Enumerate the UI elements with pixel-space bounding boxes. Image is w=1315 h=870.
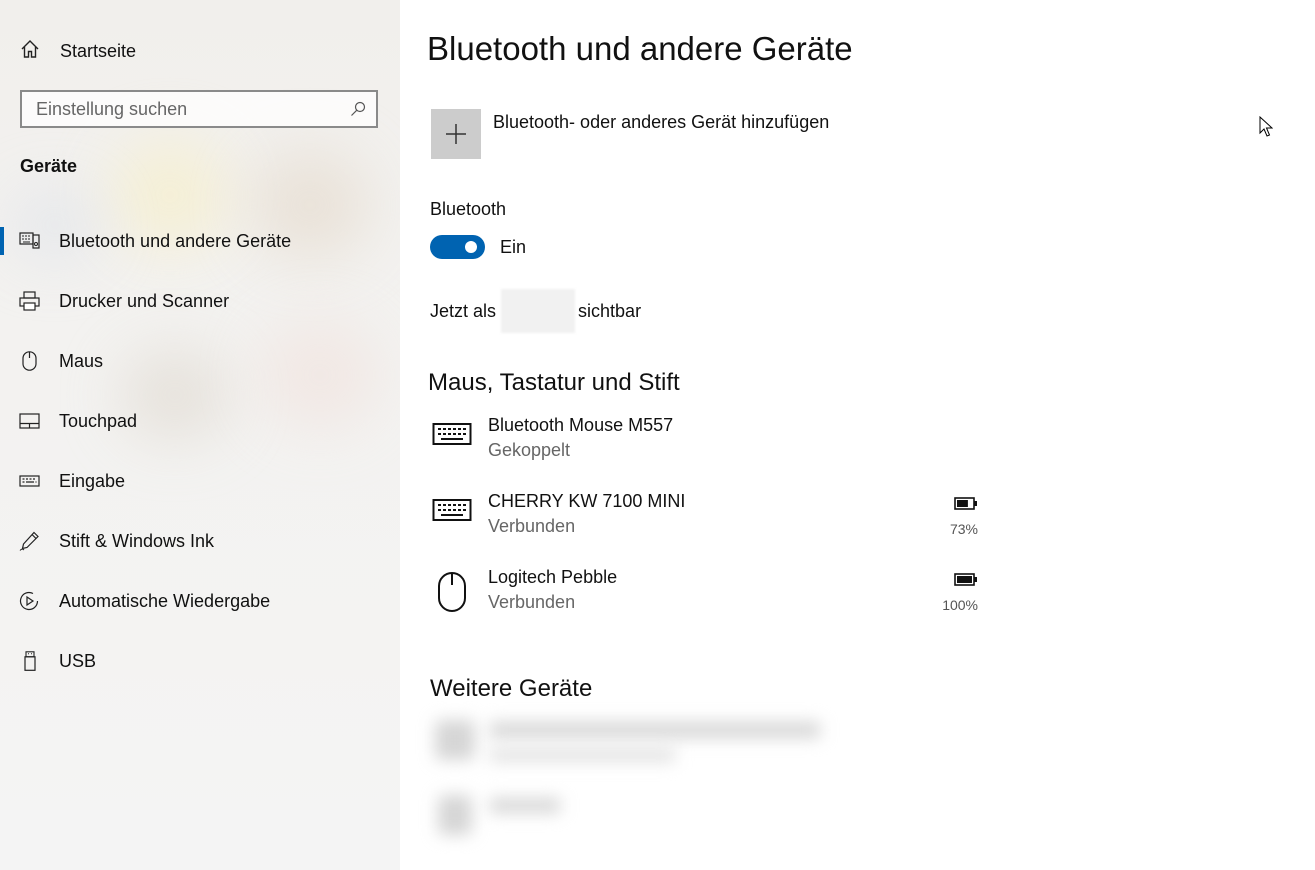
sidebar-item-usb[interactable]: USB — [0, 641, 400, 681]
blurred-device-name — [490, 798, 560, 813]
search-box[interactable] — [20, 90, 378, 128]
search-input[interactable] — [22, 92, 336, 126]
mouse-icon — [432, 571, 472, 620]
mouse-cursor-icon — [1259, 115, 1274, 143]
device-name: Logitech Pebble — [488, 567, 618, 587]
toggle-knob — [465, 241, 477, 253]
home-nav-item[interactable]: Startseite — [20, 38, 136, 64]
home-icon — [20, 39, 40, 64]
battery-indicator: 73% — [938, 497, 978, 537]
printer-icon — [19, 291, 41, 311]
pen-icon — [19, 531, 41, 551]
device-name: CHERRY KW 7100 MINI — [488, 491, 686, 511]
device-status: Verbunden — [488, 516, 576, 536]
bluetooth-label: Bluetooth — [430, 199, 507, 219]
battery-percentage: 100% — [942, 597, 978, 613]
battery-percentage: 73% — [949, 521, 978, 537]
sidebar-item-pen[interactable]: Stift & Windows Ink — [0, 521, 400, 561]
blurred-device-name — [490, 722, 820, 738]
section-heading-other-devices: Weitere Geräte — [430, 675, 593, 702]
section-title: Geräte — [20, 156, 78, 176]
bluetooth-devices-icon — [19, 231, 41, 251]
sidebar-item-input[interactable]: Eingabe — [0, 461, 400, 501]
main-content: Bluetooth und andere Geräte Bluetooth- o… — [400, 0, 1315, 870]
sidebar-item-touchpad[interactable]: Touchpad — [0, 401, 400, 441]
discoverable-text: Jetzt als sichtbar — [430, 289, 641, 333]
keyboard-icon — [432, 419, 472, 454]
sidebar-item-label: Drucker und Scanner — [59, 290, 230, 311]
sidebar-item-label: Bluetooth und andere Geräte — [59, 230, 292, 251]
touchpad-icon — [19, 411, 41, 431]
blurred-device-status — [490, 748, 675, 762]
section-heading-input-devices: Maus, Tastatur und Stift — [428, 369, 680, 396]
sidebar-item-autoplay[interactable]: Automatische Wiedergabe — [0, 581, 400, 621]
device-item[interactable]: CHERRY KW 7100 MINI Verbunden 73% — [430, 491, 990, 547]
usb-icon — [19, 651, 41, 671]
battery-icon — [954, 573, 977, 586]
keyboard-icon — [432, 495, 472, 530]
sidebar-item-label: Stift & Windows Ink — [59, 530, 215, 551]
sidebar-item-label: Eingabe — [59, 470, 126, 491]
plus-icon — [446, 124, 466, 144]
page-title: Bluetooth und andere Geräte — [427, 30, 853, 67]
sidebar-item-printer[interactable]: Drucker und Scanner — [0, 281, 400, 321]
search-icon[interactable] — [350, 101, 366, 122]
keyboard-icon — [19, 471, 41, 491]
discoverable-prefix: Jetzt als — [430, 300, 497, 321]
blurred-device-icon — [435, 720, 475, 760]
device-item[interactable]: Bluetooth Mouse M557 Gekoppelt — [430, 415, 990, 471]
sidebar-item-label: Touchpad — [59, 410, 138, 431]
toggle-state-label: Ein — [500, 237, 527, 257]
sidebar-item-label: Automatische Wiedergabe — [59, 590, 271, 611]
battery-icon — [954, 497, 977, 510]
sidebar-item-mouse[interactable]: Maus — [0, 341, 400, 381]
redacted-device-name — [501, 289, 576, 333]
blurred-device-icon — [438, 795, 472, 835]
battery-indicator: 100% — [938, 573, 978, 613]
device-name: Bluetooth Mouse M557 — [488, 415, 674, 435]
mouse-icon — [19, 351, 41, 371]
autoplay-icon — [19, 591, 41, 611]
add-device-button[interactable] — [431, 109, 481, 159]
device-status: Gekoppelt — [488, 440, 571, 460]
bluetooth-toggle[interactable] — [430, 235, 485, 259]
device-item[interactable]: Logitech Pebble Verbunden 100% — [430, 567, 990, 623]
sidebar: Startseite Geräte Bluetooth und andere G… — [0, 0, 400, 870]
sidebar-item-label: Maus — [59, 350, 104, 371]
add-device-label[interactable]: Bluetooth- oder anderes Gerät hinzufügen — [493, 112, 829, 133]
sidebar-item-label: USB — [59, 650, 97, 671]
sidebar-item-bluetooth[interactable]: Bluetooth und andere Geräte — [0, 221, 400, 261]
home-label: Startseite — [60, 40, 137, 61]
device-status: Verbunden — [488, 592, 576, 612]
discoverable-suffix: sichtbar — [578, 300, 642, 321]
